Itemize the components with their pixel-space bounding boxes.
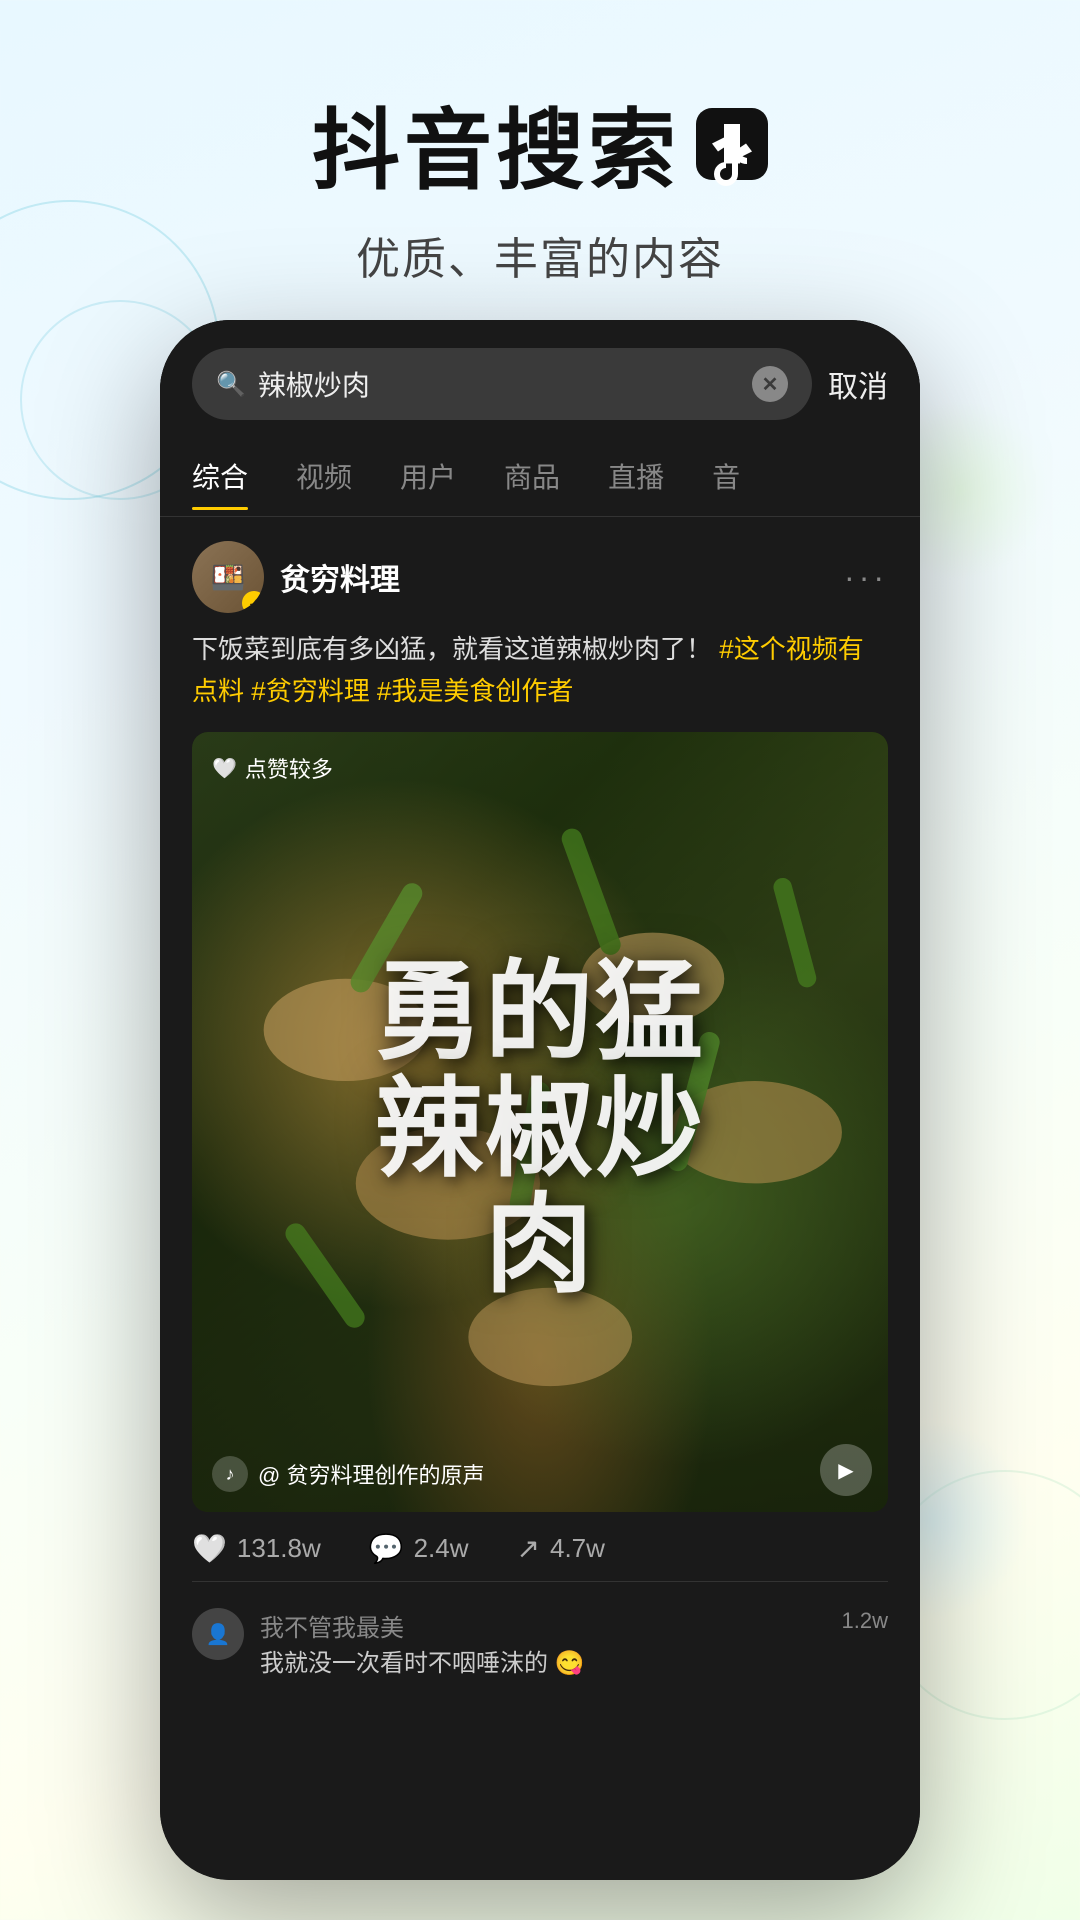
comment-row: 👤 我不管我最美 我就没一次看时不咽唾沫的 😋 1.2w [192, 1598, 888, 1688]
like-count: 131.8w [237, 1533, 321, 1564]
comment-icon: 💬 [369, 1532, 404, 1565]
phone-screen: 🔍 辣椒炒肉 ✕ 取消 综合 视频 用户 商品 [160, 320, 920, 1880]
tabs-row: 综合 视频 用户 商品 直播 音 [160, 436, 920, 517]
app-title: 抖音搜索 [312, 80, 768, 207]
phone-mockup: 🔍 辣椒炒肉 ✕ 取消 综合 视频 用户 商品 [160, 320, 920, 1880]
video-title-text: 勇的猛辣椒炒肉 [192, 954, 888, 1304]
content-area: 🍱 ✓ 贫穷料理 ··· 下饭菜到底有多凶猛，就看这道辣椒炒肉了！ #这个视频有… [160, 517, 920, 1712]
share-count: 4.7w [550, 1533, 605, 1564]
avatar[interactable]: 🍱 ✓ [192, 541, 264, 613]
tab-商品[interactable]: 商品 [504, 444, 560, 508]
audio-text[interactable]: @ 贫穷料理创作的原声 [258, 1458, 484, 1490]
more-options-button[interactable]: ··· [844, 559, 888, 596]
clear-search-button[interactable]: ✕ [752, 366, 788, 402]
comment-count-item[interactable]: 💬 2.4w [369, 1532, 469, 1565]
tab-音[interactable]: 音 [712, 444, 740, 508]
share-count-item[interactable]: ↗ 4.7w [517, 1532, 605, 1565]
share-icon: ↗ [517, 1532, 540, 1565]
hashtag-2[interactable]: #贫穷料理 [251, 676, 377, 706]
comments-preview: 👤 我不管我最美 我就没一次看时不咽唾沫的 😋 1.2w [192, 1582, 888, 1688]
cancel-search-button[interactable]: 取消 [828, 362, 888, 406]
engagement-row: 🤍 131.8w 💬 2.4w ↗ 4.7w [192, 1512, 888, 1582]
like-badge-icon: 🤍 [212, 756, 237, 781]
post-body-text: 下饭菜到底有多凶猛，就看这道辣椒炒肉了！ [192, 634, 712, 664]
tab-综合[interactable]: 综合 [192, 444, 248, 508]
play-button[interactable]: ▶ [820, 1444, 872, 1496]
search-input-wrapper[interactable]: 🔍 辣椒炒肉 ✕ [192, 348, 812, 420]
tab-视频[interactable]: 视频 [296, 444, 352, 508]
phone-frame: 🔍 辣椒炒肉 ✕ 取消 综合 视频 用户 商品 [160, 320, 920, 1880]
heart-icon: 🤍 [192, 1532, 227, 1565]
header-subtitle: 优质、丰富的内容 [0, 223, 1080, 287]
header-section: 抖音搜索 优质、丰富的内容 [0, 0, 1080, 287]
commenter-name[interactable]: 我不管我最美 [260, 1608, 826, 1643]
comment-count: 2.4w [414, 1533, 469, 1564]
username[interactable]: 贫穷料理 [280, 555, 400, 599]
tiktok-logo-icon [696, 108, 768, 180]
video-thumbnail[interactable]: 🤍 点赞较多 勇的猛辣椒炒肉 ♪ @ 贫穷料理创作的原声 [192, 732, 888, 1512]
search-bar: 🔍 辣椒炒肉 ✕ 取消 [160, 320, 920, 436]
comment-text: 我就没一次看时不咽唾沫的 😋 [260, 1643, 826, 1678]
hashtag-3[interactable]: #我是美食创作者 [377, 676, 573, 706]
user-info-row: 🍱 ✓ 贫穷料理 ··· [192, 541, 888, 613]
comment-content: 我不管我最美 我就没一次看时不咽唾沫的 😋 [260, 1608, 826, 1678]
search-icon: 🔍 [216, 370, 246, 399]
verified-badge: ✓ [242, 591, 264, 613]
like-count-item[interactable]: 🤍 131.8w [192, 1532, 321, 1565]
tab-用户[interactable]: 用户 [400, 444, 456, 508]
user-info-left: 🍱 ✓ 贫穷料理 [192, 541, 400, 613]
commenter-avatar[interactable]: 👤 [192, 1608, 244, 1660]
tiktok-audio-icon: ♪ [212, 1456, 248, 1492]
like-badge: 🤍 点赞较多 [212, 752, 333, 784]
audio-row: ♪ @ 贫穷料理创作的原声 [212, 1456, 828, 1492]
like-badge-text: 点赞较多 [245, 752, 333, 784]
tab-直播[interactable]: 直播 [608, 444, 664, 508]
video-text-overlay: 勇的猛辣椒炒肉 [192, 954, 888, 1304]
comment-like-count: 1.2w [842, 1608, 888, 1634]
app-title-text: 抖音搜索 [312, 80, 680, 207]
post-text: 下饭菜到底有多凶猛，就看这道辣椒炒肉了！ #这个视频有点料 #贫穷料理 #我是美… [192, 629, 888, 712]
search-input[interactable]: 辣椒炒肉 [258, 364, 740, 404]
